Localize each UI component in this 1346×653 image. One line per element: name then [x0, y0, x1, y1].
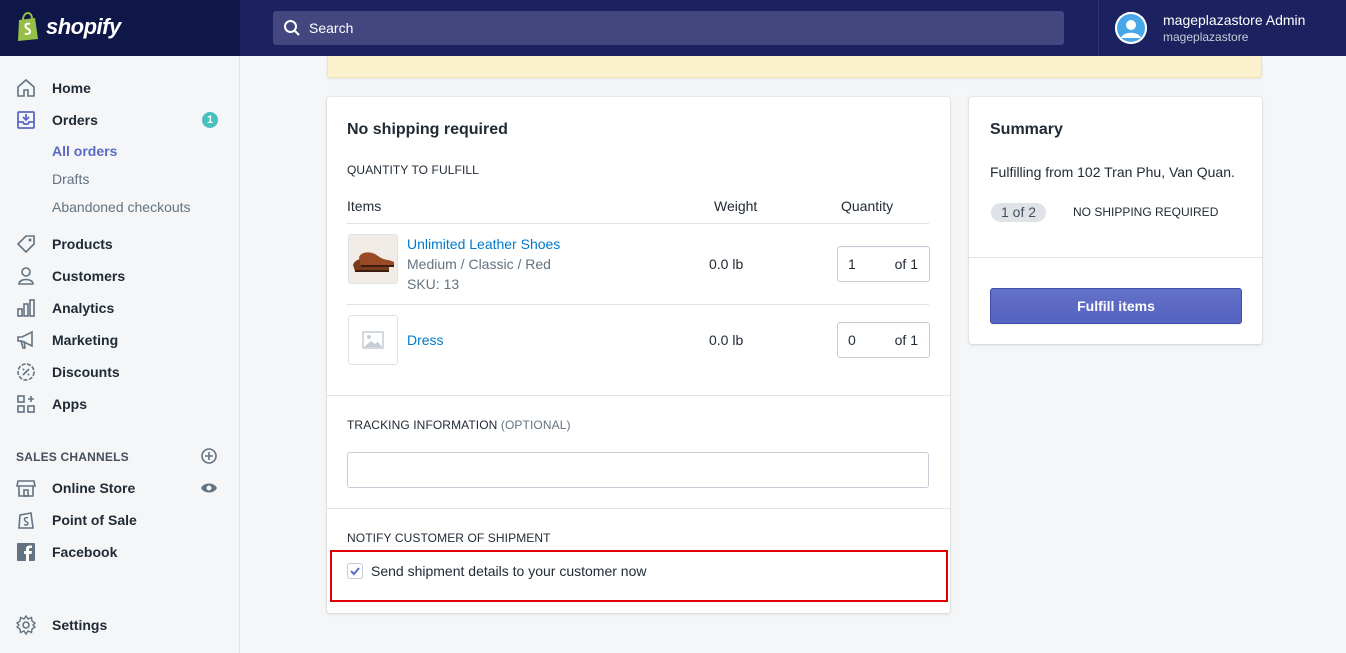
section-divider — [969, 257, 1262, 258]
quantity-total: of 1 — [894, 332, 918, 348]
search-icon — [284, 20, 300, 36]
items-column-header: Items — [347, 198, 382, 214]
brand-name: shopify — [46, 14, 121, 39]
sidebar-item-label: Analytics — [52, 300, 115, 316]
quantity-input[interactable]: 1 of 1 — [837, 246, 930, 282]
shopify-bag-icon — [16, 11, 40, 42]
sidebar-item-label: Products — [52, 236, 113, 252]
shopify-logo[interactable]: shopify — [16, 11, 121, 42]
avatar — [1115, 12, 1147, 44]
tracking-title-text: TRACKING INFORMATION — [347, 418, 498, 432]
megaphone-icon — [17, 330, 33, 349]
eye-icon[interactable] — [200, 479, 218, 497]
item-weight: 0.0 lb — [709, 256, 744, 272]
quantity-total: of 1 — [894, 256, 918, 272]
store-icon — [16, 480, 36, 497]
add-channel-icon[interactable] — [200, 447, 218, 465]
quantity-value: 0 — [848, 332, 856, 348]
user-name: mageplazastore Admin — [1163, 12, 1306, 28]
facebook-icon — [17, 543, 35, 561]
sidebar-item-label: Orders — [52, 112, 98, 128]
notify-section-title: NOTIFY CUSTOMER OF SHIPMENT — [347, 531, 551, 545]
item-sku: SKU: 13 — [407, 276, 460, 292]
divider — [347, 304, 929, 305]
tracking-section-title: TRACKING INFORMATION (OPTIONAL) — [347, 418, 571, 432]
item-variant: Medium / Classic / Red — [407, 256, 551, 272]
sidebar-item-label: Home — [52, 80, 91, 96]
summary-card: Summary Fulfilling from 102 Tran Phu, Va… — [969, 97, 1262, 344]
search-bar[interactable]: Search — [273, 11, 1064, 45]
item-link[interactable]: Dress — [407, 332, 444, 348]
quantity-section-title: QUANTITY TO FULFILL — [347, 163, 479, 177]
tag-icon — [16, 235, 35, 254]
quantity-column-header: Quantity — [841, 198, 894, 214]
warning-banner — [327, 56, 1262, 78]
sidebar-item-label: Facebook — [52, 544, 118, 560]
product-thumbnail-placeholder[interactable] — [348, 315, 398, 365]
sidebar-item-analytics[interactable]: Analytics — [0, 292, 239, 324]
search-input[interactable]: Search — [309, 11, 353, 45]
card-title: No shipping required — [347, 121, 508, 138]
sidebar-item-marketing[interactable]: Marketing — [0, 324, 239, 356]
orders-badge: 1 — [202, 112, 218, 128]
quantity-value: 1 — [848, 256, 856, 272]
orders-icon — [17, 111, 35, 129]
shipping-status: NO SHIPPING REQUIRED — [1073, 205, 1219, 219]
user-menu[interactable]: mageplazastore Admin mageplazastore — [1098, 0, 1346, 56]
item-weight: 0.0 lb — [709, 332, 744, 348]
divider — [347, 223, 929, 224]
tracking-optional-text: (OPTIONAL) — [500, 418, 571, 432]
sidebar-item-home[interactable]: Home — [0, 72, 239, 104]
section-divider — [327, 395, 950, 396]
weight-column-header: Weight — [714, 198, 758, 214]
sidebar-item-label: Point of Sale — [52, 512, 137, 528]
tracking-number-input[interactable] — [347, 452, 929, 488]
notify-customer-checkbox[interactable] — [347, 563, 363, 579]
summary-title: Summary — [990, 121, 1063, 138]
section-divider — [327, 508, 950, 509]
product-thumbnail[interactable] — [348, 234, 398, 284]
sidebar-item-discounts[interactable]: Discounts — [0, 356, 239, 388]
bar-chart-icon — [17, 299, 35, 317]
top-bar: shopify Search mageplazastore Admin mage… — [0, 0, 1346, 56]
fulfill-items-button[interactable]: Fulfill items — [990, 288, 1242, 324]
sidebar-item-products[interactable]: Products — [0, 228, 239, 260]
gear-icon — [16, 615, 36, 635]
quantity-input[interactable]: 0 of 1 — [837, 322, 930, 358]
sidebar-item-label: Discounts — [52, 364, 120, 380]
sidebar-subitem-abandoned-checkouts[interactable]: Abandoned checkouts — [52, 199, 191, 215]
fulfilling-from: Fulfilling from 102 Tran Phu, Van Quan. — [990, 164, 1235, 180]
apps-icon — [17, 395, 35, 413]
sidebar-subitem-drafts[interactable]: Drafts — [52, 171, 89, 187]
sidebar-item-label: Marketing — [52, 332, 119, 348]
home-icon — [17, 78, 35, 97]
sidebar: Home Orders 1 All orders Drafts Abandone… — [0, 56, 240, 653]
fulfillment-count-badge: 1 of 2 — [991, 203, 1047, 222]
fulfillment-card: No shipping required QUANTITY TO FULFILL… — [327, 97, 950, 613]
sidebar-item-label: Online Store — [52, 480, 136, 496]
sidebar-item-label: Apps — [52, 396, 87, 412]
notify-customer-label[interactable]: Send shipment details to your customer n… — [371, 563, 646, 579]
sidebar-item-settings[interactable]: Settings — [0, 609, 239, 641]
pos-icon — [18, 512, 34, 529]
discount-icon — [17, 363, 35, 381]
sidebar-item-label: Customers — [52, 268, 126, 284]
item-link[interactable]: Unlimited Leather Shoes — [407, 236, 560, 252]
sidebar-item-label: Settings — [52, 617, 108, 633]
sales-channels-title: SALES CHANNELS — [16, 450, 129, 464]
sidebar-subitem-all-orders[interactable]: All orders — [52, 143, 117, 159]
user-store: mageplazastore — [1163, 30, 1249, 44]
person-icon — [18, 267, 34, 285]
sidebar-item-customers[interactable]: Customers — [0, 260, 239, 292]
sidebar-item-facebook[interactable]: Facebook — [0, 536, 239, 568]
sidebar-item-point-of-sale[interactable]: Point of Sale — [0, 504, 239, 536]
sidebar-item-orders[interactable]: Orders 1 — [0, 104, 239, 136]
sidebar-item-apps[interactable]: Apps — [0, 388, 239, 420]
checkmark-icon — [350, 567, 360, 576]
